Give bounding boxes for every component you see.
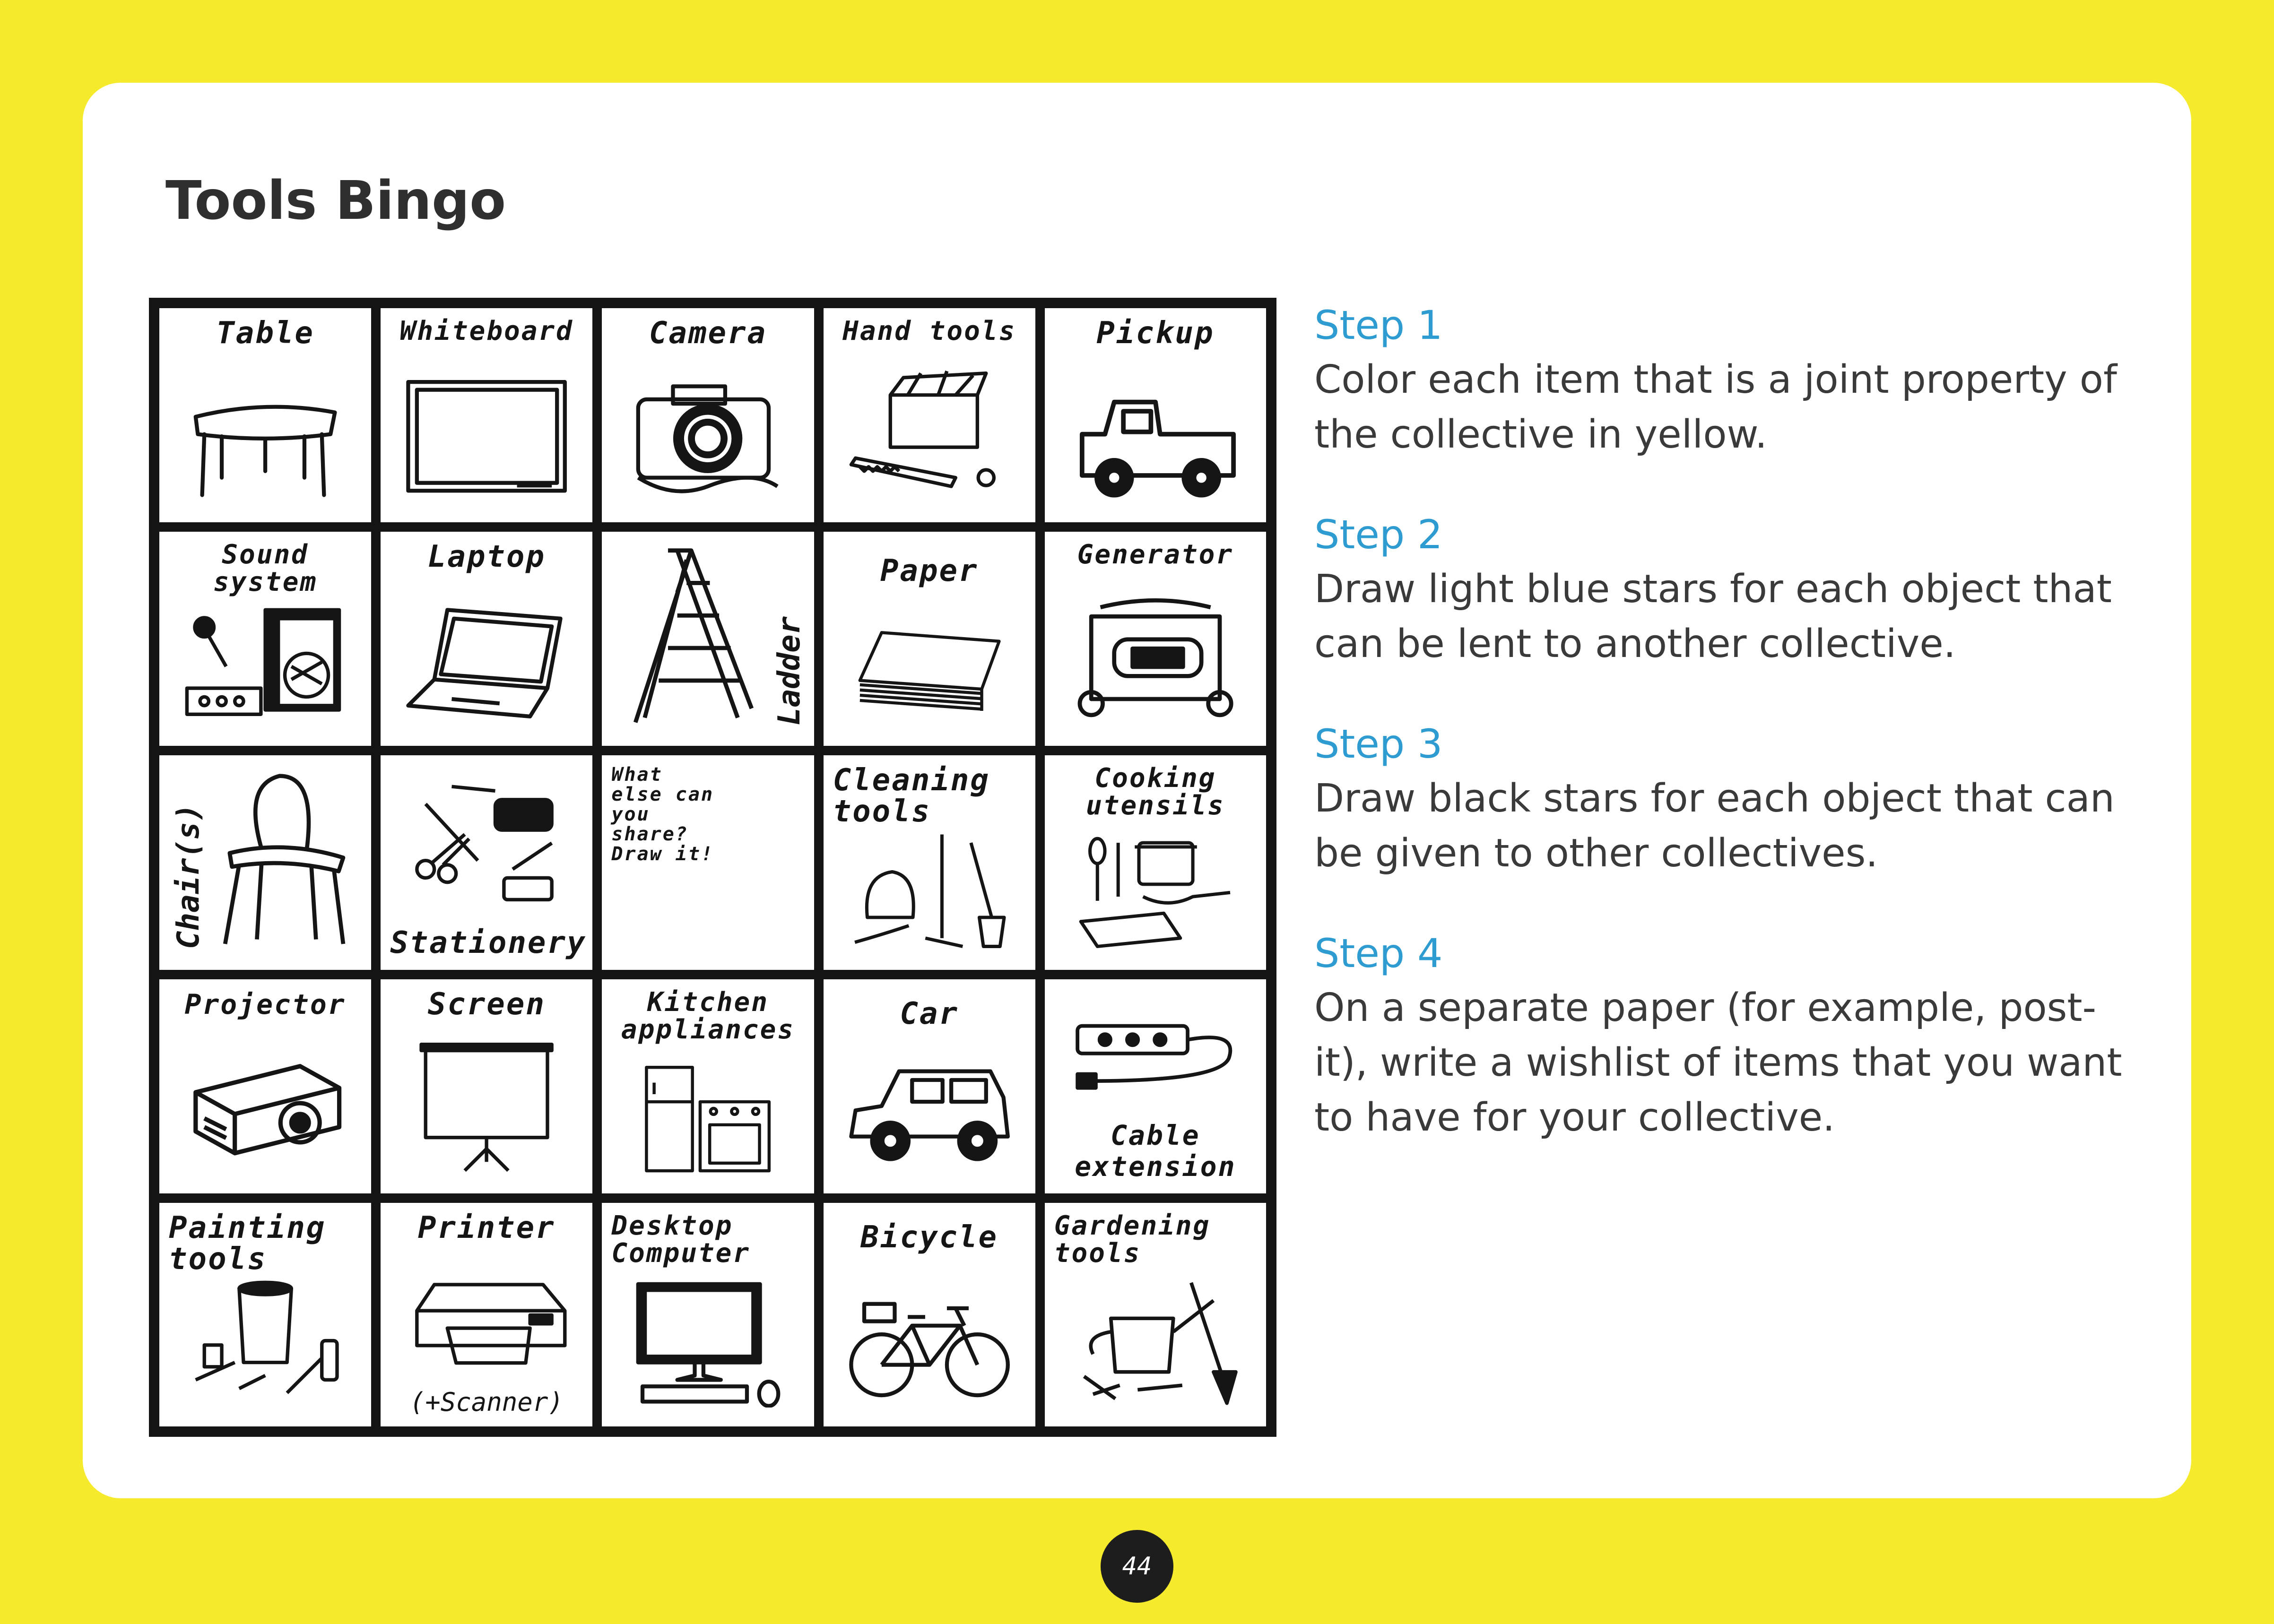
bingo-cell-bicycle[interactable]: Bicycle bbox=[823, 1202, 1045, 1426]
cooking-utensils-icon bbox=[1064, 826, 1247, 950]
cell-label: Desktop Computer bbox=[611, 1210, 751, 1269]
bingo-cell-screen[interactable]: Screen bbox=[381, 979, 602, 1203]
page-title: Tools Bingo bbox=[165, 170, 506, 232]
bingo-cell-hand-tools[interactable]: Hand tools bbox=[823, 308, 1045, 532]
bingo-cell-ladder[interactable]: Ladder bbox=[602, 532, 824, 756]
bingo-cell-printer[interactable]: Printer (+Scanner) bbox=[381, 1202, 602, 1426]
painting-tools-icon bbox=[178, 1274, 352, 1408]
cell-label: Cooking utensils bbox=[1086, 763, 1225, 821]
cell-label: Printer bbox=[417, 1210, 555, 1245]
projection-screen-icon bbox=[399, 1036, 573, 1175]
instructions: Step 1 Color each item that is a joint p… bbox=[1314, 298, 2142, 1190]
stationery-icon bbox=[399, 769, 573, 908]
cell-label: Projector bbox=[184, 988, 346, 1020]
camera-icon bbox=[621, 365, 795, 503]
pickup-truck-icon bbox=[1064, 365, 1247, 503]
cell-label: Painting tools bbox=[169, 1210, 326, 1277]
cell-label: Ladder bbox=[772, 616, 807, 726]
cell-label: Sound system bbox=[213, 539, 318, 598]
bingo-cell-cable-extension[interactable]: Cable extension bbox=[1044, 979, 1266, 1203]
cell-label: Bicycle bbox=[860, 1219, 998, 1255]
step-2: Step 2 Draw light blue stars for each ob… bbox=[1314, 507, 2142, 672]
cell-label: Paper bbox=[880, 553, 979, 589]
cell-label: Table bbox=[216, 316, 314, 351]
table-icon bbox=[178, 365, 352, 503]
gardening-tools-icon bbox=[1064, 1274, 1247, 1408]
laptop-icon bbox=[399, 588, 573, 727]
bingo-cell-generator[interactable]: Generator bbox=[1044, 532, 1266, 756]
bingo-cell-projector[interactable]: Projector bbox=[159, 979, 381, 1203]
cell-label: What else can you share? Draw it! bbox=[611, 764, 714, 865]
kitchen-appliances-icon bbox=[621, 1060, 795, 1175]
projector-icon bbox=[178, 1036, 352, 1175]
bingo-cell-draw-your-own[interactable]: What else can you share? Draw it! bbox=[602, 755, 824, 979]
cell-label: Kitchen appliances bbox=[621, 986, 795, 1045]
bingo-cell-desktop-computer[interactable]: Desktop Computer bbox=[602, 1202, 824, 1426]
bingo-cell-gardening-tools[interactable]: Gardening tools bbox=[1044, 1202, 1266, 1426]
sound-system-icon bbox=[178, 588, 352, 727]
bingo-cell-sound-system[interactable]: Sound system bbox=[159, 532, 381, 756]
step-text: On a separate paper (for example, post-i… bbox=[1314, 985, 2122, 1140]
cell-label: Stationery bbox=[390, 925, 587, 960]
bingo-board: Table Whiteboard Camera Hand tools Picku… bbox=[149, 298, 1276, 1437]
bingo-cell-stationery[interactable]: Stationery bbox=[381, 755, 602, 979]
hand-tools-icon bbox=[842, 365, 1016, 503]
step-3: Step 3 Draw black stars for each object … bbox=[1314, 717, 2142, 881]
paper-stack-icon bbox=[842, 612, 1016, 727]
cell-label: Laptop bbox=[427, 539, 546, 575]
bingo-cell-whiteboard[interactable]: Whiteboard bbox=[381, 308, 602, 532]
bingo-cell-cooking-utensils[interactable]: Cooking utensils bbox=[1044, 755, 1266, 979]
bingo-cell-cleaning-tools[interactable]: Cleaning tools bbox=[823, 755, 1045, 979]
cell-label: Cable extension bbox=[1075, 1119, 1236, 1183]
bingo-grid: Table Whiteboard Camera Hand tools Picku… bbox=[159, 308, 1266, 1426]
step-4: Step 4 On a separate paper (for example,… bbox=[1314, 926, 2142, 1145]
bingo-cell-table[interactable]: Table bbox=[159, 308, 381, 532]
car-icon bbox=[842, 1055, 1016, 1175]
step-1: Step 1 Color each item that is a joint p… bbox=[1314, 298, 2142, 462]
cell-label: Camera bbox=[649, 316, 767, 351]
bingo-cell-pickup[interactable]: Pickup bbox=[1044, 308, 1266, 532]
printer-icon bbox=[399, 1269, 573, 1370]
power-strip-icon bbox=[1064, 1003, 1247, 1113]
bingo-cell-kitchen-appliances[interactable]: Kitchen appliances bbox=[602, 979, 824, 1203]
cell-label: Chair(s) bbox=[171, 803, 206, 950]
bingo-cell-chairs[interactable]: Chair(s) bbox=[159, 755, 381, 979]
desktop-computer-icon bbox=[621, 1274, 795, 1408]
cell-label: Gardening tools bbox=[1054, 1210, 1211, 1269]
cell-label: Cleaning tools bbox=[833, 763, 990, 829]
cell-sublabel: (+Scanner) bbox=[409, 1387, 564, 1417]
page-number: 44 bbox=[1101, 1530, 1173, 1603]
bingo-cell-paper[interactable]: Paper bbox=[823, 532, 1045, 756]
step-text: Draw light blue stars for each object th… bbox=[1314, 567, 2112, 666]
cell-label: Screen bbox=[427, 986, 546, 1022]
bingo-cell-camera[interactable]: Camera bbox=[602, 308, 824, 532]
bingo-cell-laptop[interactable]: Laptop bbox=[381, 532, 602, 756]
generator-icon bbox=[1064, 588, 1247, 727]
ladder-icon bbox=[621, 541, 762, 727]
cell-label: Pickup bbox=[1096, 316, 1215, 351]
cell-label: Whiteboard bbox=[399, 316, 573, 346]
bingo-cell-painting-tools[interactable]: Painting tools bbox=[159, 1202, 381, 1426]
step-text: Color each item that is a joint property… bbox=[1314, 357, 2117, 457]
chair-icon bbox=[216, 765, 352, 950]
step-heading: Step 2 bbox=[1314, 511, 1443, 558]
cell-label: Car bbox=[900, 996, 959, 1031]
cleaning-tools-icon bbox=[842, 826, 1016, 950]
bingo-cell-car[interactable]: Car bbox=[823, 979, 1045, 1203]
cell-label: Generator bbox=[1077, 539, 1234, 570]
step-text: Draw black stars for each object that ca… bbox=[1314, 776, 2115, 876]
bicycle-icon bbox=[842, 1278, 1016, 1408]
cell-label: Hand tools bbox=[842, 316, 1016, 346]
step-heading: Step 4 bbox=[1314, 930, 1443, 976]
step-heading: Step 3 bbox=[1314, 721, 1443, 767]
step-heading: Step 1 bbox=[1314, 302, 1443, 348]
whiteboard-icon bbox=[399, 365, 573, 503]
